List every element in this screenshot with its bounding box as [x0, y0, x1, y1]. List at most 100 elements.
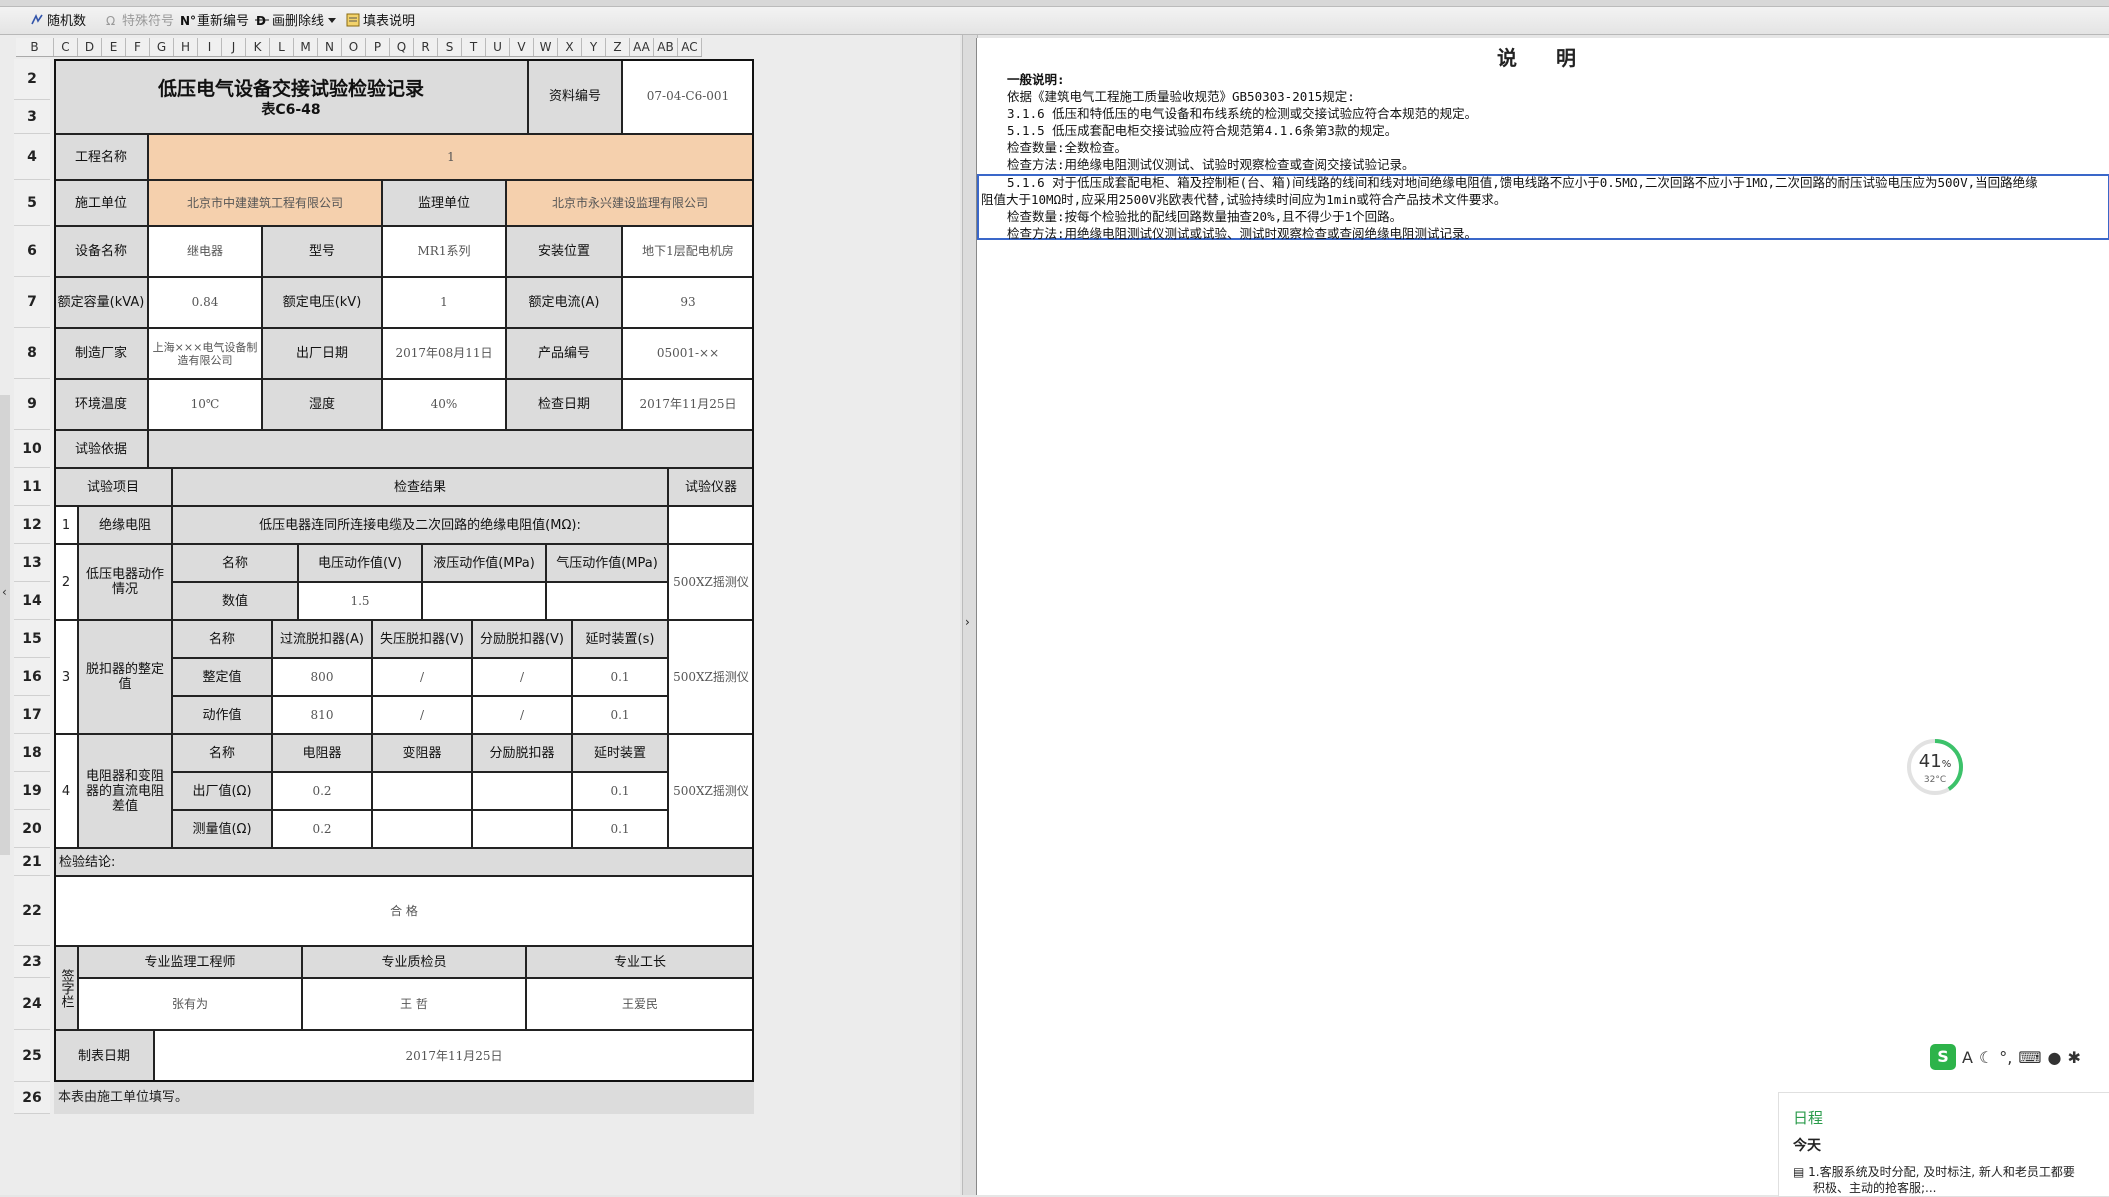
row-header[interactable]: 3: [14, 100, 50, 134]
column-header[interactable]: G: [150, 38, 174, 56]
humidity-value[interactable]: 40%: [382, 379, 506, 430]
project-name-value[interactable]: 1: [148, 134, 754, 180]
row-header[interactable]: 11: [14, 468, 50, 506]
column-header[interactable]: L: [270, 38, 294, 56]
column-header[interactable]: E: [102, 38, 126, 56]
column-header[interactable]: U: [486, 38, 510, 56]
s3-action-overcurrent[interactable]: 810: [272, 696, 372, 734]
s3-action-delay[interactable]: 0.1: [572, 696, 668, 734]
row-header[interactable]: 2: [14, 59, 50, 100]
row-header[interactable]: 4: [14, 134, 50, 180]
left-scroll-handle[interactable]: [0, 395, 10, 855]
keyboard-icon[interactable]: ⌨: [2018, 1048, 2041, 1067]
row-header[interactable]: 10: [14, 430, 50, 468]
s2-pneumatic-value[interactable]: [546, 582, 668, 620]
settings-icon[interactable]: ✱: [2067, 1048, 2080, 1067]
column-header[interactable]: M: [294, 38, 318, 56]
column-header[interactable]: K: [246, 38, 270, 56]
performance-gauge[interactable]: 41% 32°C: [1905, 737, 1965, 797]
fill-instructions-button[interactable]: 填表说明: [346, 13, 415, 31]
s2-hydraulic-value[interactable]: [422, 582, 546, 620]
row-header[interactable]: 12: [14, 506, 50, 544]
s4-factory-resistor[interactable]: 0.2: [272, 772, 372, 810]
contractor-value[interactable]: 北京市中建建筑工程有限公司: [148, 180, 382, 226]
row-header[interactable]: 19: [14, 772, 50, 810]
punctuation-icon[interactable]: °,: [1999, 1048, 2012, 1067]
row-header[interactable]: 22: [14, 876, 50, 946]
doc-no-value[interactable]: 07-04-C6-001: [622, 59, 754, 134]
current-value[interactable]: 93: [622, 277, 754, 328]
splitter-arrow-icon[interactable]: ›: [965, 615, 970, 629]
sogou-logo-icon[interactable]: S: [1930, 1044, 1956, 1070]
voltage-value[interactable]: 1: [382, 277, 506, 328]
row-header[interactable]: 25: [14, 1030, 50, 1082]
column-header[interactable]: S: [438, 38, 462, 56]
column-header[interactable]: J: [222, 38, 246, 56]
s4-measured-shunt[interactable]: [472, 810, 572, 848]
s4-measured-rheostat[interactable]: [372, 810, 472, 848]
row-header[interactable]: 20: [14, 810, 50, 848]
column-header[interactable]: AC: [678, 38, 702, 56]
factory-date-value[interactable]: 2017年08月11日: [382, 328, 506, 379]
microphone-icon[interactable]: ●: [2047, 1048, 2061, 1067]
column-header[interactable]: H: [174, 38, 198, 56]
schedule-item[interactable]: ▤ 1.客服系统及时分配, 及时标注, 新人和老员工都要: [1793, 1163, 2075, 1180]
conclusion-value[interactable]: 合 格: [54, 876, 754, 946]
dropdown-arrow[interactable]: [327, 13, 344, 31]
strikethrough-button[interactable]: D 画删除线: [255, 13, 324, 31]
capacity-value[interactable]: 0.84: [148, 277, 262, 328]
s4-instrument[interactable]: 500XZ摇测仪: [668, 734, 754, 848]
made-date-value[interactable]: 2017年11月25日: [154, 1030, 754, 1082]
renumber-button[interactable]: N° 重新编号: [180, 13, 249, 31]
row-header[interactable]: 24: [14, 978, 50, 1030]
row-header[interactable]: 21: [14, 848, 50, 876]
row-header[interactable]: 8: [14, 328, 50, 379]
s2-instrument[interactable]: 500XZ摇测仪: [668, 544, 754, 620]
column-header[interactable]: B: [16, 38, 54, 56]
check-date-value[interactable]: 2017年11月25日: [622, 379, 754, 430]
row-header[interactable]: 7: [14, 277, 50, 328]
row-header[interactable]: 14: [14, 582, 50, 620]
column-header[interactable]: D: [78, 38, 102, 56]
quality-inspector-name[interactable]: 王 哲: [302, 978, 526, 1030]
moon-icon[interactable]: ☾: [1979, 1048, 1993, 1067]
s4-factory-shunt[interactable]: [472, 772, 572, 810]
s3-setting-shunt[interactable]: /: [472, 658, 572, 696]
row-header[interactable]: 26: [14, 1082, 50, 1114]
insulation-instrument[interactable]: [668, 506, 754, 544]
row-header[interactable]: 5: [14, 180, 50, 226]
s4-factory-delay[interactable]: 0.1: [572, 772, 668, 810]
s3-setting-undervoltage[interactable]: /: [372, 658, 472, 696]
row-header[interactable]: 18: [14, 734, 50, 772]
row-header[interactable]: 15: [14, 620, 50, 658]
schedule-widget[interactable]: 日程 今天 ▤ 1.客服系统及时分配, 及时标注, 新人和老员工都要 积极、主动…: [1778, 1092, 2109, 1197]
column-header[interactable]: F: [126, 38, 150, 56]
temperature-value[interactable]: 10℃: [148, 379, 262, 430]
column-header[interactable]: T: [462, 38, 486, 56]
s4-factory-rheostat[interactable]: [372, 772, 472, 810]
row-header[interactable]: 17: [14, 696, 50, 734]
supervisor-value[interactable]: 北京市永兴建设监理有限公司: [506, 180, 754, 226]
random-number-button[interactable]: 随机数: [30, 13, 86, 31]
collapse-arrow-icon[interactable]: ‹: [2, 585, 7, 599]
s4-measured-resistor[interactable]: 0.2: [272, 810, 372, 848]
column-header[interactable]: R: [414, 38, 438, 56]
column-header[interactable]: N: [318, 38, 342, 56]
column-header[interactable]: O: [342, 38, 366, 56]
location-value[interactable]: 地下1层配电机房: [622, 226, 754, 277]
column-header[interactable]: P: [366, 38, 390, 56]
model-value[interactable]: MR1系列: [382, 226, 506, 277]
row-header[interactable]: 9: [14, 379, 50, 430]
column-header[interactable]: W: [534, 38, 558, 56]
test-basis-value[interactable]: [148, 430, 754, 468]
column-header[interactable]: Y: [582, 38, 606, 56]
s3-instrument[interactable]: 500XZ摇测仪: [668, 620, 754, 734]
row-header[interactable]: 6: [14, 226, 50, 277]
column-header[interactable]: AB: [654, 38, 678, 56]
row-header[interactable]: 16: [14, 658, 50, 696]
s3-action-shunt[interactable]: /: [472, 696, 572, 734]
special-symbol-button[interactable]: Ω 特殊符号: [105, 13, 174, 31]
ime-toolbar[interactable]: S A ☾ °, ⌨ ● ✱: [1930, 1042, 2081, 1072]
s4-measured-delay[interactable]: 0.1: [572, 810, 668, 848]
column-header[interactable]: X: [558, 38, 582, 56]
